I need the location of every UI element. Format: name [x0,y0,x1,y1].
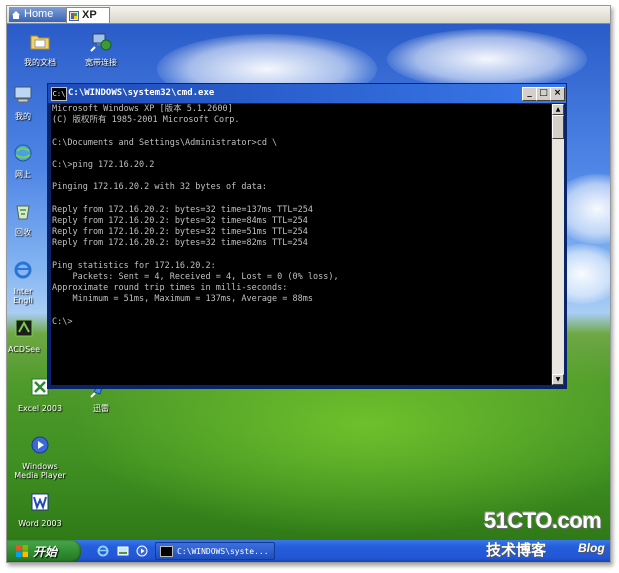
show-desktop-icon[interactable] [117,545,129,557]
network-connection-icon [90,33,112,52]
scroll-down-button[interactable]: ▼ [552,374,564,385]
screenshot-frame: Home XP 我的文档 宽带连接 我的 网上 回收 Inter Engli A… [6,5,611,563]
desktop-icon-windows-media-player[interactable]: Windows Media Player [8,434,72,480]
desktop-icon-label: Media Player [14,471,66,480]
console-line: Minimum = 51ms, Maximum = 137ms, Average… [52,294,313,305]
console-line: Reply from 172.16.20.2: bytes=32 time=13… [52,204,313,215]
tab-xp[interactable]: XP [66,7,110,23]
console-line: C:\>ping 172.16.20.2 [52,159,155,170]
internet-explorer-icon [14,261,32,279]
console-line: C:\Documents and Settings\Administrator>… [52,137,278,148]
desktop-icon-label: Excel 2003 [17,404,63,413]
tab-home[interactable]: Home [9,7,69,22]
console-prompt[interactable]: C:\> [51,317,551,328]
vm-tab-bar: Home XP [7,6,610,24]
scrollbar-thumb[interactable] [552,115,564,139]
console-line: Approximate round trip times in milli-se… [52,283,288,293]
console-line: Reply from 172.16.20.2: bytes=32 time=82… [52,238,308,249]
desktop-icon-my-documents[interactable]: 我的文档 [8,30,72,67]
desktop-icon-network-places[interactable]: 网上 [8,142,38,179]
globe-icon [14,144,32,162]
vertical-scrollbar[interactable]: ▲ ▼ [552,104,564,385]
console-line: Ping statistics for 172.16.20.2: [52,260,216,271]
desktop-icon-label: Inter [13,287,33,296]
console-output[interactable]: Microsoft Windows XP [版本 5.1.2600] (C) 版… [51,104,551,385]
desktop-icon-label: 网上 [15,170,31,179]
folder-icon [30,35,50,50]
desktop-icon-recycle-bin[interactable]: 回收 [8,200,38,237]
desktop-icon-label: 我的文档 [24,58,56,67]
acdsee-icon [15,319,33,337]
vm-icon [69,10,79,21]
close-button[interactable]: × [550,87,565,101]
watermark: 51CTO.com 技术博客 Blog [484,508,614,566]
desktop-icon-label: Word 2003 [18,519,62,528]
console-line: Microsoft Windows XP [版本 5.1.2600] [52,104,233,114]
desktop-icon-acdsee[interactable]: ACDSee [8,317,40,354]
desktop-icon-label: ACDSee [8,345,40,354]
console-line: (C) 版权所有 1985-2001 Microsoft Corp. [52,115,240,126]
windows-flag-icon [16,545,28,557]
minimize-button[interactable]: _ [522,87,537,101]
desktop-icon-label: 迅雷 [93,404,109,413]
watermark-blog: Blog [578,541,605,555]
desktop-icon-label: 回收 [15,228,31,237]
word-icon [31,493,49,511]
desktop[interactable]: 我的文档 宽带连接 我的 网上 回收 Inter Engli ACDSee Ex… [7,24,610,540]
taskbar-item-cmd[interactable]: C:\WINDOWS\syste... [155,542,275,560]
console-icon [160,545,173,557]
ie-quicklaunch-icon[interactable] [97,545,109,557]
desktop-icon-label: Engli [13,296,33,305]
scroll-up-button[interactable]: ▲ [552,104,564,115]
recycle-bin-icon [16,205,30,220]
desktop-icon-broadband[interactable]: 宽带连接 [69,30,133,67]
watermark-caption: 技术博客 [486,541,547,559]
console-line: Packets: Sent = 4, Received = 4, Lost = … [52,271,339,282]
tab-xp-label: XP [82,9,97,21]
start-button[interactable]: 开始 [7,540,81,562]
taskbar-item-label: C:\WINDOWS\syste... [177,546,269,556]
console-line: Pinging 172.16.20.2 with 32 bytes of dat… [52,182,267,193]
tab-home-label: Home [24,8,54,20]
media-quicklaunch-icon[interactable] [136,545,148,557]
desktop-icon-internet-english[interactable]: Inter Engli [8,259,38,305]
home-icon [12,10,20,19]
watermark-site: 51CTO.com [484,508,602,533]
cmd-title-bar[interactable]: C:\ C:\WINDOWS\system32\cmd.exe _ □ × [48,84,566,103]
console-icon[interactable]: C:\ [51,87,67,101]
desktop-icon-label: 宽带连接 [85,58,117,67]
desktop-icon-label: Windows [22,462,58,471]
desktop-icon-word-2003[interactable]: Word 2003 [8,491,72,528]
cmd-window-title: C:\WINDOWS\system32\cmd.exe [68,88,215,98]
media-player-icon [31,436,49,454]
cloud [387,29,587,89]
desktop-icon-label: 我的 [15,112,31,121]
cmd-window[interactable]: C:\ C:\WINDOWS\system32\cmd.exe _ □ × Mi… [47,83,567,389]
console-line: Reply from 172.16.20.2: bytes=32 time=51… [52,227,308,238]
start-label: 开始 [33,544,58,559]
console-line: Reply from 172.16.20.2: bytes=32 time=84… [52,215,308,226]
desktop-icon-my-computer[interactable]: 我的 [8,84,38,121]
maximize-button[interactable]: □ [536,87,551,101]
computer-icon [14,86,32,103]
